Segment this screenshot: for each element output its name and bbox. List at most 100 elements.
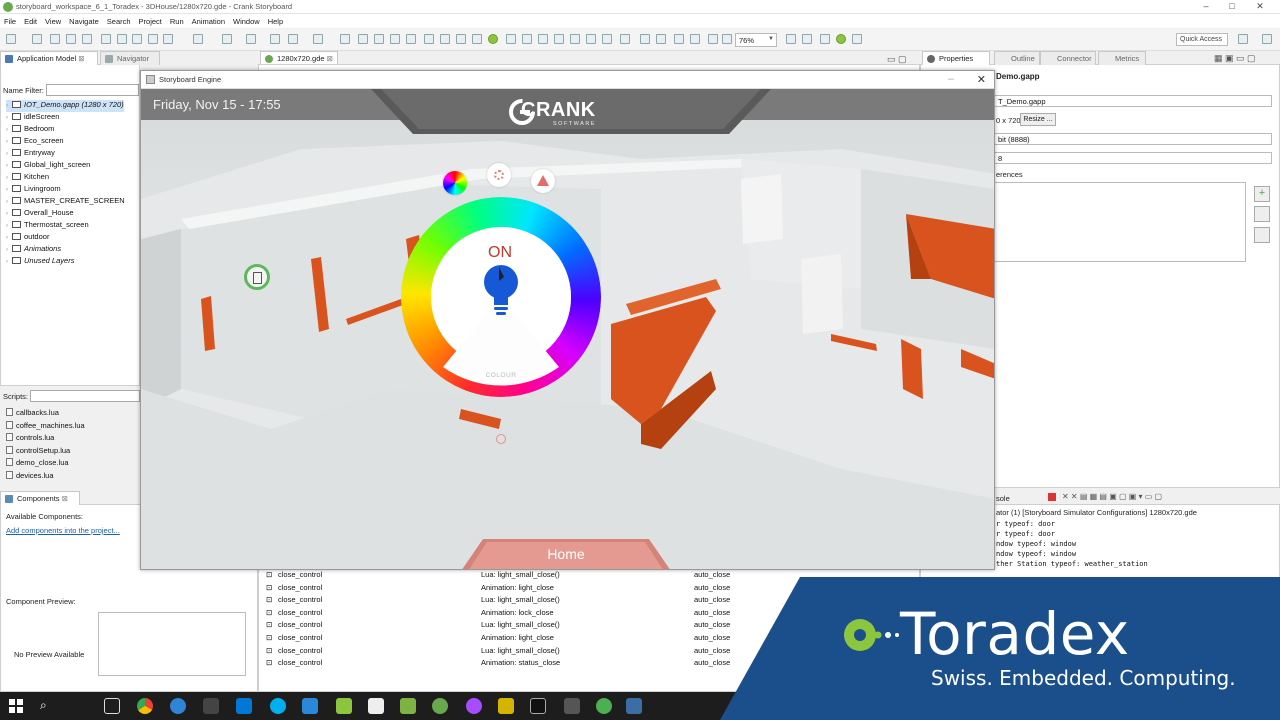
files-icon[interactable] xyxy=(564,698,580,714)
align-right-icon[interactable] xyxy=(390,34,400,44)
align-center-icon[interactable] xyxy=(374,34,384,44)
table-icon[interactable] xyxy=(620,34,630,44)
app-icon-yellow[interactable] xyxy=(498,698,514,714)
terminate-icon[interactable] xyxy=(1048,493,1056,501)
search-icon[interactable]: ⌕ xyxy=(40,698,56,714)
zoom-out-icon[interactable] xyxy=(722,34,732,44)
fit-icon[interactable] xyxy=(674,34,684,44)
tab-connector[interactable]: Connector xyxy=(1040,51,1096,65)
storyboard-perspective-icon[interactable] xyxy=(1262,34,1272,44)
refresh-icon[interactable] xyxy=(852,34,862,44)
tree-item[interactable]: › MASTER_CREATE_SCREEN xyxy=(6,196,125,208)
layers-icon[interactable] xyxy=(472,34,482,44)
menu-help[interactable]: Help xyxy=(268,17,283,26)
cols-icon[interactable] xyxy=(602,34,612,44)
menu-animation[interactable]: Animation xyxy=(192,17,225,26)
save-icon[interactable] xyxy=(32,34,42,44)
task-view-icon[interactable] xyxy=(104,698,120,714)
add-components-link[interactable]: Add components into the project... xyxy=(6,526,120,535)
minimize-button[interactable]: – xyxy=(1196,1,1216,11)
name-filter-input[interactable] xyxy=(46,84,139,96)
export-icon[interactable] xyxy=(148,34,158,44)
menu-project[interactable]: Project xyxy=(139,17,162,26)
text-icon[interactable] xyxy=(640,34,650,44)
color-dial[interactable] xyxy=(401,197,601,397)
tab-navigator[interactable]: Navigator xyxy=(100,51,160,65)
simulator-close-button[interactable]: ✕ xyxy=(977,73,986,86)
tab-properties[interactable]: Properties xyxy=(922,51,990,65)
cube-icon[interactable] xyxy=(456,34,466,44)
image-icon[interactable] xyxy=(656,34,666,44)
screen-icon[interactable] xyxy=(82,34,92,44)
menu-search[interactable]: Search xyxy=(107,17,131,26)
tree-item[interactable]: › outdoor xyxy=(6,232,49,244)
print-icon[interactable] xyxy=(66,34,76,44)
simulate-icon[interactable] xyxy=(488,34,498,44)
table-row[interactable]: ⊡ close_control Lua: light_small_close() au… xyxy=(266,646,766,658)
scripts-filter-input[interactable] xyxy=(30,390,140,402)
menu-edit[interactable]: Edit xyxy=(24,17,37,26)
tree-item[interactable]: › Entryway xyxy=(6,148,55,160)
fit-width-icon[interactable] xyxy=(690,34,700,44)
zoom-in-icon[interactable] xyxy=(708,34,718,44)
close-button[interactable]: ✕ xyxy=(1250,1,1270,12)
app-icon-green[interactable] xyxy=(336,698,352,714)
console-toolbar-icons[interactable]: ✕ ✕ ▤ ▦ ▤ ▣ ▢ ▣ ▾ ▭ ▢ xyxy=(1062,492,1162,501)
table-row[interactable]: ⊡ close_control Animation: status_close aut… xyxy=(266,658,766,670)
script-item[interactable]: coffee_machines.lua xyxy=(6,420,85,430)
perspective-icon[interactable] xyxy=(1238,34,1248,44)
skype-icon[interactable] xyxy=(270,698,286,714)
terminal-icon[interactable] xyxy=(530,698,546,714)
home-button[interactable]: Home xyxy=(521,546,611,562)
script-item[interactable]: devices.lua xyxy=(6,471,54,480)
chrome-icon[interactable] xyxy=(137,698,153,714)
temperature-icon[interactable] xyxy=(531,169,555,193)
remove-reference-button[interactable] xyxy=(1254,206,1270,222)
table-row[interactable]: ⊡ close_control Lua: light_small_close() au… xyxy=(266,595,766,607)
back-icon[interactable] xyxy=(288,34,298,44)
snap-icon[interactable] xyxy=(538,34,548,44)
tree-item[interactable]: › idleScreen xyxy=(6,112,59,124)
secondary-select[interactable]: 8 xyxy=(994,152,1272,164)
tab-editor[interactable]: 1280x720.gde ⊠ xyxy=(260,51,338,65)
control-icon[interactable] xyxy=(132,34,142,44)
copy-icon[interactable] xyxy=(340,34,350,44)
storyboard-taskbar-icon[interactable] xyxy=(432,698,448,714)
tree-item[interactable]: › Unused Layers xyxy=(6,256,74,268)
zoom-select[interactable]: 76% ▼ xyxy=(735,33,777,47)
tab-components[interactable]: Components ⊠ xyxy=(0,491,80,505)
add-reference-button[interactable]: + xyxy=(1254,186,1270,202)
properties-view-menu-icon[interactable]: ▦ ▣ ▭ ▢ xyxy=(1214,53,1256,64)
tree-item[interactable]: › Global_light_screen xyxy=(6,160,90,172)
simulator-minimize-button[interactable]: – xyxy=(948,73,954,85)
menu-file[interactable]: File xyxy=(4,17,16,26)
mail-icon[interactable] xyxy=(203,698,219,714)
tab-console[interactable]: sole xyxy=(996,494,1010,503)
edit-reference-button[interactable] xyxy=(1254,227,1270,243)
document-icon[interactable] xyxy=(368,698,384,714)
quick-access-input[interactable]: Quick Access xyxy=(1176,33,1228,46)
guide-icon[interactable] xyxy=(522,34,532,44)
grid-icon[interactable] xyxy=(506,34,516,44)
forward-icon[interactable] xyxy=(313,34,323,44)
table-row[interactable]: ⊡ close_control Lua: light_small_close() au… xyxy=(266,570,766,582)
new-icon[interactable] xyxy=(6,34,16,44)
tree-item[interactable]: › Animations xyxy=(6,244,61,256)
align-icon[interactable] xyxy=(222,34,232,44)
tree-item[interactable]: › Overall_House xyxy=(6,208,74,220)
ruler-icon[interactable] xyxy=(554,34,564,44)
distribute-icon[interactable] xyxy=(406,34,416,44)
table-row[interactable]: ⊡ close_control Lua: light_small_close() au… xyxy=(266,620,766,632)
debug-icon[interactable] xyxy=(802,34,812,44)
table-row[interactable]: ⊡ close_control Animation: lock_close auto_… xyxy=(266,608,766,620)
tab-outline[interactable]: Outline xyxy=(994,51,1040,65)
tab-application-model[interactable]: Application Model ⊠ xyxy=(0,51,98,65)
tab-metrics[interactable]: Metrics xyxy=(1098,51,1146,65)
tree-item[interactable]: › Livingroom xyxy=(6,184,61,196)
rect-icon[interactable] xyxy=(424,34,434,44)
bars-icon[interactable] xyxy=(586,34,596,44)
tag-icon[interactable] xyxy=(786,34,796,44)
notepad-icon[interactable] xyxy=(400,698,416,714)
resize-button[interactable]: Resize ... xyxy=(1020,113,1056,126)
tree-item[interactable]: › IOT_Demo.gapp (1280 x 720) xyxy=(6,100,124,112)
